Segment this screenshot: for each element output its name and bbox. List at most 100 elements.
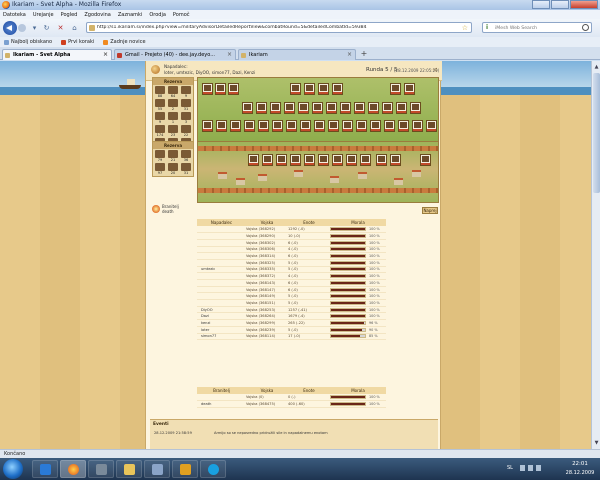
battle-unit-icon[interactable] bbox=[360, 154, 371, 166]
player-name[interactable] bbox=[197, 226, 246, 234]
battle-unit-icon[interactable] bbox=[346, 154, 357, 166]
battle-unit-icon[interactable] bbox=[248, 154, 259, 166]
battle-unit-icon[interactable] bbox=[290, 83, 301, 95]
taskbar-firefox[interactable] bbox=[60, 460, 86, 478]
taskbar-ie[interactable] bbox=[32, 460, 58, 478]
army-name[interactable]: Vojska (368306) bbox=[246, 246, 288, 254]
forward-button[interactable] bbox=[18, 24, 26, 32]
battle-unit-icon[interactable] bbox=[370, 120, 381, 132]
battle-unit-icon[interactable] bbox=[376, 154, 387, 166]
battle-unit-icon[interactable] bbox=[398, 120, 409, 132]
taskbar-media[interactable] bbox=[88, 460, 114, 478]
army-name[interactable]: Vojska (368302) bbox=[246, 239, 288, 247]
player-name[interactable] bbox=[197, 232, 246, 240]
bookmark-star-icon[interactable]: ☆ bbox=[462, 24, 468, 32]
bookmark-getting-started[interactable]: Prvi koraki bbox=[61, 39, 94, 45]
battle-unit-icon[interactable] bbox=[318, 83, 329, 95]
network-icon[interactable] bbox=[528, 465, 533, 471]
battle-unit-icon[interactable] bbox=[396, 102, 407, 114]
tab-gmail[interactable]: Gmail - Prejeto (40) - dee.jay.deyo... × bbox=[114, 49, 236, 60]
army-name[interactable]: Vojska (368151) bbox=[246, 299, 288, 307]
army-name[interactable]: Vojska (368239) bbox=[246, 326, 288, 334]
battle-unit-icon[interactable] bbox=[244, 120, 255, 132]
army-name[interactable]: Vojska (368253) bbox=[246, 306, 288, 314]
battle-unit-icon[interactable] bbox=[340, 102, 351, 114]
stop-icon[interactable]: ✕ bbox=[56, 24, 65, 33]
battle-unit-icon[interactable] bbox=[354, 102, 365, 114]
player-name[interactable]: death bbox=[197, 400, 246, 408]
reload-icon[interactable]: ↻ bbox=[42, 24, 51, 33]
battle-unit-icon[interactable] bbox=[270, 102, 281, 114]
battle-unit-icon[interactable] bbox=[262, 154, 273, 166]
army-name[interactable]: Vojska (368292) bbox=[246, 226, 288, 234]
player-name[interactable] bbox=[197, 292, 246, 301]
dropdown-chevron-icon[interactable]: ▾ bbox=[30, 24, 39, 33]
battle-unit-icon[interactable] bbox=[332, 83, 343, 95]
battle-unit-icon[interactable] bbox=[384, 120, 395, 132]
army-name[interactable]: Vojska (368325) bbox=[246, 259, 288, 267]
army-name[interactable]: Vojska (368149) bbox=[246, 292, 288, 301]
player-name[interactable]: kenzi bbox=[197, 319, 246, 327]
battle-unit-icon[interactable] bbox=[332, 154, 343, 166]
player-name[interactable] bbox=[197, 252, 246, 260]
battle-unit-icon[interactable] bbox=[256, 102, 267, 114]
battle-unit-icon[interactable] bbox=[368, 102, 379, 114]
army-name[interactable]: Vojska (368335) bbox=[246, 266, 288, 274]
battle-unit-icon[interactable] bbox=[390, 154, 401, 166]
army-name[interactable]: Vojska (368299) bbox=[246, 319, 288, 327]
close-button[interactable] bbox=[570, 0, 598, 9]
army-name[interactable]: Vojska (368314) bbox=[246, 252, 288, 260]
battle-unit-icon[interactable] bbox=[290, 154, 301, 166]
tab-ikariam[interactable]: Ikariam × bbox=[238, 49, 356, 60]
search-icon[interactable] bbox=[582, 24, 589, 31]
player-name[interactable]: Dazi bbox=[197, 312, 246, 321]
battle-unit-icon[interactable] bbox=[286, 120, 297, 132]
army-name[interactable]: Vojska (368143) bbox=[246, 279, 288, 287]
scroll-up-icon[interactable]: ▲ bbox=[593, 63, 600, 71]
minimize-button[interactable] bbox=[532, 0, 550, 9]
menu-help[interactable]: Pomoč bbox=[173, 12, 190, 18]
taskbar-explorer[interactable] bbox=[116, 460, 142, 478]
player-name[interactable] bbox=[197, 286, 246, 294]
battle-unit-icon[interactable] bbox=[382, 102, 393, 114]
battle-unit-icon[interactable] bbox=[390, 83, 401, 95]
battle-unit-icon[interactable] bbox=[298, 102, 309, 114]
player-name[interactable] bbox=[197, 259, 246, 267]
tab-close-icon[interactable]: × bbox=[103, 51, 108, 58]
menu-edit[interactable]: Urejanje bbox=[33, 12, 54, 18]
previous-round-button[interactable]: ◁ bbox=[433, 67, 437, 73]
battle-unit-icon[interactable] bbox=[276, 154, 287, 166]
back-button[interactable] bbox=[3, 21, 17, 35]
page-scrollbar[interactable]: ▲ ▼ bbox=[591, 61, 600, 449]
battle-unit-icon[interactable] bbox=[202, 120, 213, 132]
battle-unit-icon[interactable] bbox=[426, 120, 437, 132]
battle-unit-icon[interactable] bbox=[420, 154, 431, 166]
address-bar[interactable]: http://s1.ikariam.si/index.php?view=mili… bbox=[86, 22, 472, 33]
bookmark-latest-news[interactable]: Zadnje novice bbox=[103, 39, 146, 45]
army-name[interactable]: Vojska (368147) bbox=[246, 286, 288, 294]
battle-unit-icon[interactable] bbox=[314, 120, 325, 132]
search-engine-icon[interactable]: i bbox=[486, 24, 488, 31]
menu-file[interactable]: Datoteka bbox=[3, 12, 26, 18]
battle-unit-icon[interactable] bbox=[410, 102, 421, 114]
tab-ikariam-alpha[interactable]: Ikariam - Svet Alpha × bbox=[2, 49, 112, 60]
battle-unit-icon[interactable] bbox=[304, 83, 315, 95]
tab-close-icon[interactable]: × bbox=[227, 51, 232, 58]
player-name[interactable] bbox=[197, 394, 246, 402]
army-name[interactable]: Vojska (368264) bbox=[246, 312, 288, 321]
battle-unit-icon[interactable] bbox=[342, 120, 353, 132]
new-tab-button[interactable]: + bbox=[358, 50, 370, 59]
army-name[interactable]: Vojska (368475) bbox=[246, 400, 288, 408]
battle-unit-icon[interactable] bbox=[318, 154, 329, 166]
scroll-down-icon[interactable]: ▼ bbox=[593, 439, 600, 447]
tab-close-icon[interactable]: × bbox=[347, 51, 352, 58]
menu-view[interactable]: Pogled bbox=[61, 12, 78, 18]
taskbar-winamp[interactable] bbox=[172, 460, 198, 478]
player-name[interactable]: DiyOO bbox=[197, 306, 246, 314]
battle-unit-icon[interactable] bbox=[328, 120, 339, 132]
menu-bookmarks[interactable]: Zaznamki bbox=[118, 12, 143, 18]
battle-unit-icon[interactable] bbox=[228, 83, 239, 95]
player-name[interactable] bbox=[197, 246, 246, 254]
battle-unit-icon[interactable] bbox=[404, 83, 415, 95]
menu-tools[interactable]: Orodja bbox=[149, 12, 166, 18]
